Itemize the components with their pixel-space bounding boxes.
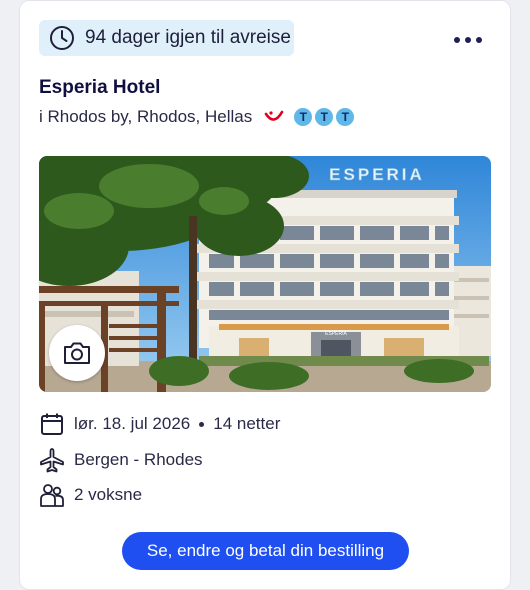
route-row: Bergen - Rhodes	[39, 447, 203, 473]
nights-count: 14 netter	[213, 414, 281, 433]
calendar-icon	[39, 411, 65, 437]
airplane-icon	[39, 447, 65, 473]
rating-badge: T	[315, 108, 334, 126]
departure-countdown-badge: 94 dager igjen til avreise	[39, 20, 294, 56]
more-icon	[454, 37, 460, 43]
more-options-button[interactable]	[448, 26, 488, 54]
clock-icon	[50, 26, 74, 50]
hotel-location-row: i Rhodos by, Rhodos, Hellas T T T	[39, 105, 355, 129]
rating-badge: T	[294, 108, 313, 126]
building-sign-text: ESPERIA	[329, 165, 425, 184]
travellers-text: 2 voksne	[74, 485, 143, 504]
countdown-text: 94 dager igjen til avreise	[85, 27, 291, 48]
departure-date-row: lør. 18. jul 2026 14 netter	[39, 411, 280, 437]
rating-badge: T	[336, 108, 355, 126]
photo-gallery-button[interactable]	[49, 325, 105, 381]
route-text: Bergen - Rhodes	[74, 450, 203, 469]
entrance-sign-text: ESPERIA	[325, 331, 347, 337]
hotel-location: i Rhodos by, Rhodos, Hellas	[39, 107, 253, 126]
hotel-rating: T T T	[294, 108, 355, 126]
people-icon	[39, 482, 65, 508]
tui-logo	[264, 110, 284, 124]
camera-icon	[64, 342, 90, 364]
departure-date-text: lør. 18. jul 2026 14 netter	[74, 414, 280, 434]
separator-dot	[199, 422, 205, 428]
hotel-photo[interactable]: ESPERIA ESPERIA	[39, 156, 491, 392]
hotel-name[interactable]: Esperia Hotel	[39, 77, 160, 99]
travellers-row: 2 voksne	[39, 482, 142, 508]
manage-booking-button[interactable]: Se, endre og betal din bestilling	[122, 532, 409, 570]
departure-date: lør. 18. jul 2026	[74, 414, 191, 433]
